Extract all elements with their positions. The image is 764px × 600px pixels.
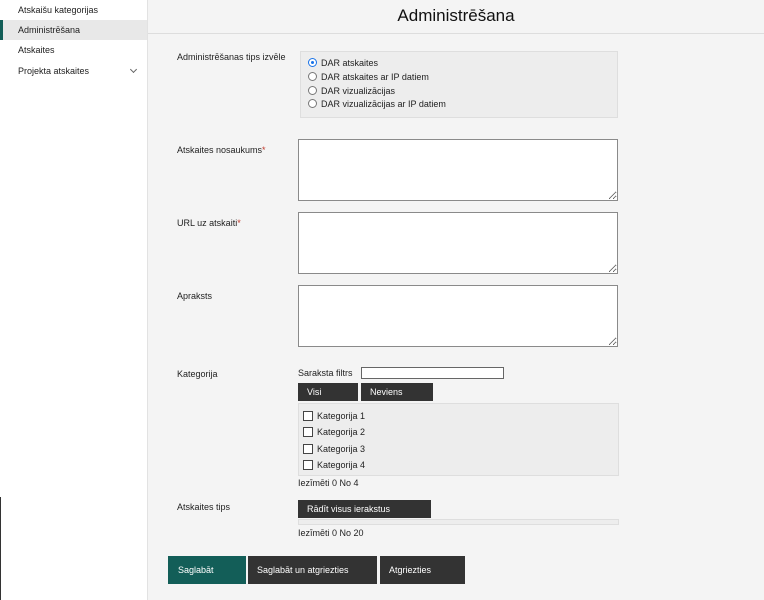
- report-type-label: Atskaites tips: [177, 502, 231, 512]
- list-filter-label: Saraksta filtrs: [298, 368, 353, 378]
- category-item-1[interactable]: Kategorija 1: [303, 410, 365, 422]
- radio-option-dar-reports-ip[interactable]: DAR atskaites ar IP datiem: [308, 71, 429, 84]
- select-all-button[interactable]: Visi: [298, 383, 358, 401]
- radio-option-dar-visualizations-ip[interactable]: DAR vizualizācijas ar IP datiem: [308, 98, 446, 111]
- radio-option-dar-reports[interactable]: DAR atskaites: [308, 57, 378, 70]
- radio-icon[interactable]: [308, 72, 317, 82]
- category-label: Kategorija: [177, 369, 218, 379]
- report-type-selected-count: Iezīmēti 0 No 20: [298, 528, 364, 538]
- page-title: Administrēšana: [397, 6, 515, 25]
- radio-icon[interactable]: [308, 86, 317, 96]
- sidebar-item-label: Projekta atskaites: [18, 66, 90, 76]
- checkbox-icon[interactable]: [303, 443, 313, 454]
- admin-type-label: Administrēšanas tips izvēle: [177, 52, 286, 62]
- sidebar-item-administration[interactable]: Administrēšana: [0, 20, 147, 40]
- report-url-label: URL uz atskaiti*: [177, 218, 241, 228]
- radio-icon[interactable]: [308, 99, 317, 109]
- chevron-down-icon[interactable]: [129, 65, 138, 74]
- title-divider: [148, 33, 764, 34]
- category-item-2[interactable]: Kategorija 2: [303, 426, 365, 438]
- sidebar-item-reports[interactable]: Atskaites: [0, 40, 147, 60]
- radio-option-dar-visualizations[interactable]: DAR vizualizācijas: [308, 85, 395, 98]
- category-item-label: Kategorija 1: [317, 411, 366, 421]
- report-url-label-text: URL uz atskaiti: [177, 218, 238, 228]
- sidebar: Atskaišu kategorijas Administrēšana Atsk…: [0, 0, 148, 600]
- report-url-field[interactable]: [298, 212, 618, 274]
- category-item-4[interactable]: Kategorija 4: [303, 459, 365, 471]
- save-button[interactable]: Saglabāt: [168, 556, 246, 584]
- report-type-list: [298, 519, 619, 525]
- category-item-label: Kategorija 3: [317, 444, 366, 454]
- category-item-label: Kategorija 4: [317, 460, 366, 470]
- radio-label: DAR atskaites: [321, 58, 379, 68]
- list-filter-input[interactable]: [361, 367, 504, 379]
- checkbox-icon[interactable]: [303, 410, 313, 421]
- window-edge-line: [0, 497, 1, 600]
- radio-label: DAR vizualizācijas: [321, 86, 396, 96]
- radio-label: DAR vizualizācijas ar IP datiem: [321, 99, 446, 109]
- radio-selected-icon[interactable]: [308, 58, 317, 68]
- required-marker: *: [237, 218, 241, 228]
- return-button[interactable]: Atgriezties: [380, 556, 465, 584]
- required-marker: *: [262, 145, 266, 155]
- save-and-return-button[interactable]: Saglabāt un atgriezties: [248, 556, 377, 584]
- checkbox-icon[interactable]: [303, 426, 313, 437]
- category-selected-count: Iezīmēti 0 No 4: [298, 478, 359, 488]
- category-list: Kategorija 1 Kategorija 2 Kategorija 3 K…: [298, 403, 619, 476]
- select-none-button[interactable]: Neviens: [361, 383, 433, 401]
- description-field[interactable]: [298, 285, 618, 347]
- sidebar-item-project-reports[interactable]: Projekta atskaites: [0, 61, 147, 81]
- report-name-field[interactable]: [298, 139, 618, 201]
- checkbox-icon[interactable]: [303, 459, 313, 470]
- description-label: Apraksts: [177, 291, 213, 301]
- category-item-3[interactable]: Kategorija 3: [303, 443, 365, 455]
- radio-label: DAR atskaites ar IP datiem: [321, 72, 429, 82]
- admin-type-radio-group: DAR atskaites DAR atskaites ar IP datiem…: [300, 51, 618, 118]
- show-all-records-button[interactable]: Rādīt visus ierakstus: [298, 500, 431, 518]
- category-item-label: Kategorija 2: [317, 427, 366, 437]
- report-name-label: Atskaites nosaukums*: [177, 145, 266, 155]
- sidebar-item-report-categories[interactable]: Atskaišu kategorijas: [0, 0, 147, 20]
- report-name-label-text: Atskaites nosaukums: [177, 145, 263, 155]
